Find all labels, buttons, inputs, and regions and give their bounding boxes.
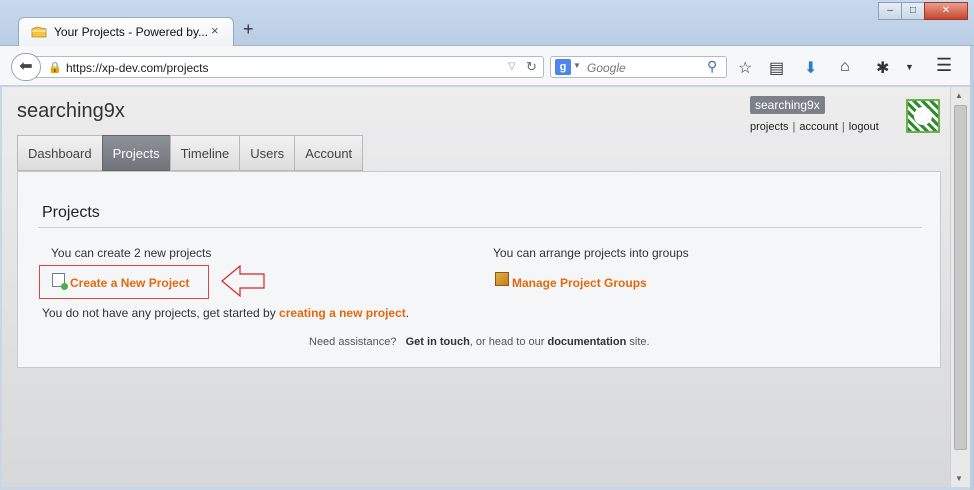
- reading-list-icon[interactable]: ▤: [769, 58, 784, 78]
- tab-title: Your Projects - Powered by...: [54, 25, 209, 39]
- creating-project-link[interactable]: creating a new project: [279, 306, 406, 320]
- star-icon[interactable]: ☆: [738, 58, 752, 78]
- extension-dropdown-icon[interactable]: ▼: [905, 62, 914, 72]
- search-placeholder: Google: [587, 61, 626, 75]
- projects-panel: Projects You can create 2 new projects Y…: [17, 171, 941, 368]
- separator: |: [792, 121, 796, 133]
- window-controls: – □ ✕: [878, 2, 968, 20]
- user-link-logout[interactable]: logout: [849, 121, 879, 133]
- get-in-touch-link[interactable]: Get in touch: [406, 336, 470, 348]
- tab-close-icon[interactable]: ×: [211, 23, 219, 38]
- create-project-highlight: Create a New Project: [39, 265, 209, 299]
- maximize-button[interactable]: □: [901, 2, 925, 20]
- lock-icon: 🔒: [48, 62, 62, 74]
- assist-middle: , or head to our: [469, 336, 545, 348]
- engine-dropdown-icon[interactable]: ▼: [573, 61, 581, 70]
- project-groups-icon[interactable]: [495, 272, 509, 286]
- page-content: searching9x searching9x projects | account…: [2, 87, 950, 487]
- scroll-thumb[interactable]: [954, 105, 967, 450]
- close-window-button[interactable]: ✕: [924, 2, 968, 20]
- left-arrow-outline-icon: [221, 264, 265, 298]
- user-badge: searching9x: [750, 96, 825, 114]
- back-arrow-icon: ⬅: [19, 58, 33, 75]
- new-tab-button[interactable]: +: [243, 19, 254, 40]
- folder-favicon-icon: [31, 26, 47, 38]
- bug-extension-icon[interactable]: ✱: [876, 58, 889, 78]
- assist-prefix: Need assistance?: [309, 336, 397, 348]
- separator: |: [841, 121, 845, 133]
- scroll-up-icon[interactable]: ▲: [955, 91, 963, 100]
- scroll-down-icon[interactable]: ▼: [955, 474, 963, 483]
- user-link-account[interactable]: account: [799, 121, 838, 133]
- manage-groups-link[interactable]: Manage Project Groups: [512, 276, 647, 290]
- search-input[interactable]: g ▼ Google ⚲: [550, 56, 727, 78]
- no-projects-suffix: .: [405, 306, 410, 320]
- assist-suffix: site.: [629, 336, 650, 348]
- create-info: You can create 2 new projects: [51, 246, 212, 260]
- divider: [38, 227, 922, 228]
- window-frame: [970, 46, 974, 490]
- no-projects-text: You do not have any projects, get starte…: [42, 306, 280, 320]
- tab-users[interactable]: Users: [239, 135, 296, 171]
- back-button[interactable]: ⬅: [11, 53, 41, 81]
- history-dropdown-icon[interactable]: ▽: [508, 61, 516, 72]
- tab-dashboard[interactable]: Dashboard: [17, 135, 103, 171]
- url-bar[interactable]: 🔒 https://xp-dev.com/projects ▽ ↻: [36, 56, 544, 78]
- home-icon[interactable]: ⌂: [840, 58, 850, 76]
- tab-timeline[interactable]: Timeline: [169, 135, 241, 171]
- user-links: projects | account | logout: [750, 121, 879, 133]
- tab-account[interactable]: Account: [294, 135, 364, 171]
- url-text[interactable]: https://xp-dev.com/projects: [66, 61, 209, 75]
- groups-info: You can arrange projects into groups: [493, 246, 689, 260]
- browser-toolbar: 🔒 https://xp-dev.com/projects ▽ ↻ ⬅ g ▼ …: [0, 46, 974, 86]
- browser-tab[interactable]: Your Projects - Powered by... ×: [18, 17, 234, 47]
- avatar[interactable]: [906, 99, 940, 133]
- magnifier-icon[interactable]: ⚲: [707, 58, 717, 75]
- user-link-projects[interactable]: projects: [750, 121, 789, 133]
- assistance-text: Need assistance? Get in touch, or head t…: [309, 336, 650, 348]
- download-icon[interactable]: ⬇: [804, 58, 817, 78]
- documentation-link[interactable]: documentation: [547, 336, 626, 348]
- site-title: searching9x: [17, 100, 125, 122]
- panel-title: Projects: [42, 204, 100, 221]
- no-projects-message: You do not have any projects, get starte…: [42, 306, 409, 320]
- main-tabs: Dashboard Projects Timeline Users Accoun…: [17, 135, 364, 171]
- new-project-icon[interactable]: [52, 273, 68, 290]
- create-project-link[interactable]: Create a New Project: [70, 276, 189, 290]
- google-icon[interactable]: g: [555, 59, 571, 75]
- hamburger-menu-icon[interactable]: ☰: [936, 55, 952, 76]
- tab-projects[interactable]: Projects: [101, 135, 171, 171]
- reload-icon[interactable]: ↻: [526, 59, 537, 75]
- browser-titlebar: Your Projects - Powered by... × + – □ ✕: [0, 0, 974, 47]
- minimize-button[interactable]: –: [878, 2, 902, 20]
- vertical-scrollbar[interactable]: ▲ ▼: [950, 87, 970, 487]
